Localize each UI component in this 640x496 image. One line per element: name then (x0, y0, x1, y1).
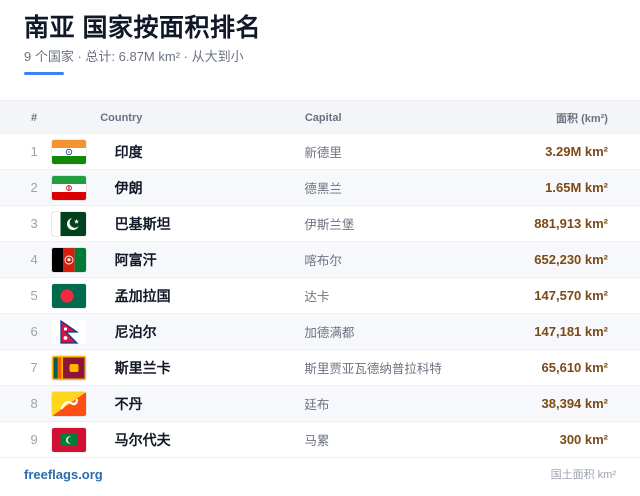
table-row[interactable]: 1 印度 新德里 3.29M km² (0, 134, 640, 170)
table-row[interactable]: 4 阿富汗 喀布尔 652,230 km² (0, 242, 640, 278)
source-link[interactable]: freeflags.org (24, 467, 103, 482)
page-footer: freeflags.org 国土面积 km² (24, 466, 616, 482)
row-area: 3.29M km² (545, 144, 609, 159)
page-subtitle: 9 个国家 · 总计: 6.87M km² · 从大到小 (24, 49, 244, 64)
india-flag-icon (52, 139, 87, 164)
pakistan-flag-icon (52, 211, 87, 236)
country-table: # Country Capital 面积 (km²) 1 印度 新德里 3.29… (0, 100, 640, 458)
column-header-area[interactable]: 面积 (km²) (494, 110, 640, 126)
page-header: 南亚 国家按面积排名 9 个国家 · 总计: 6.87M km² · 从大到小 (24, 12, 616, 75)
table-row[interactable]: 3 巴基斯坦 伊斯兰堡 881,913 km² (0, 206, 640, 242)
row-area: 652,230 km² (534, 252, 609, 267)
table-row[interactable]: 5 孟加拉国 达卡 147,570 km² (0, 278, 640, 314)
page-title: 南亚 国家按面积排名 (24, 14, 261, 42)
row-capital: 廷布 (304, 398, 330, 412)
footer-note: 国土面积 km² (550, 469, 616, 481)
nepal-flag-icon (52, 319, 87, 344)
row-capital: 伊斯兰堡 (304, 218, 355, 232)
row-area: 147,181 km² (534, 324, 609, 339)
row-country: 不丹 (114, 395, 143, 412)
row-country: 斯里兰卡 (114, 359, 171, 376)
row-country: 马尔代夫 (114, 431, 171, 448)
table-row[interactable]: 9 马尔代夫 马累 300 km² (0, 422, 640, 458)
row-capital: 斯里贾亚瓦德纳普拉科特 (304, 362, 442, 376)
row-area: 38,394 km² (541, 396, 609, 411)
bhutan-flag-icon (52, 391, 87, 416)
row-country: 伊朗 (114, 179, 143, 196)
bangladesh-flag-icon (52, 283, 87, 308)
table-row[interactable]: 6 尼泊尔 加德满都 147,181 km² (0, 314, 640, 350)
row-capital: 加德满都 (304, 326, 355, 340)
table-header: # Country Capital 面积 (km²) (0, 100, 640, 134)
row-country: 印度 (114, 143, 143, 160)
row-country: 阿富汗 (114, 251, 157, 268)
table-row[interactable]: 8 不丹 廷布 38,394 km² (0, 386, 640, 422)
row-capital: 马累 (304, 434, 330, 448)
row-area: 881,913 km² (534, 216, 609, 231)
row-capital: 达卡 (304, 290, 330, 304)
row-area: 65,610 km² (541, 360, 609, 375)
column-header-rank[interactable]: # (0, 112, 68, 124)
column-header-country[interactable]: Country (68, 112, 305, 124)
row-country: 巴基斯坦 (114, 215, 171, 232)
row-area: 1.65M km² (545, 180, 609, 195)
row-country: 孟加拉国 (114, 287, 171, 304)
table-row[interactable]: 2 伊朗 德黑兰 1.65M km² (0, 170, 640, 206)
accent-bar (24, 72, 64, 75)
row-capital: 喀布尔 (304, 254, 342, 268)
sri-lanka-flag-icon (52, 355, 87, 380)
column-header-capital[interactable]: Capital (305, 112, 494, 124)
row-area: 147,570 km² (534, 288, 609, 303)
row-area: 300 km² (559, 432, 609, 447)
afghanistan-flag-icon (52, 247, 87, 272)
maldives-flag-icon (52, 427, 87, 452)
iran-flag-icon (52, 175, 87, 200)
table-row[interactable]: 7 斯里兰卡 斯里贾亚瓦德纳普拉科特 65,610 km² (0, 350, 640, 386)
row-capital: 新德里 (304, 146, 342, 160)
row-capital: 德黑兰 (304, 182, 342, 196)
row-country: 尼泊尔 (114, 323, 157, 340)
